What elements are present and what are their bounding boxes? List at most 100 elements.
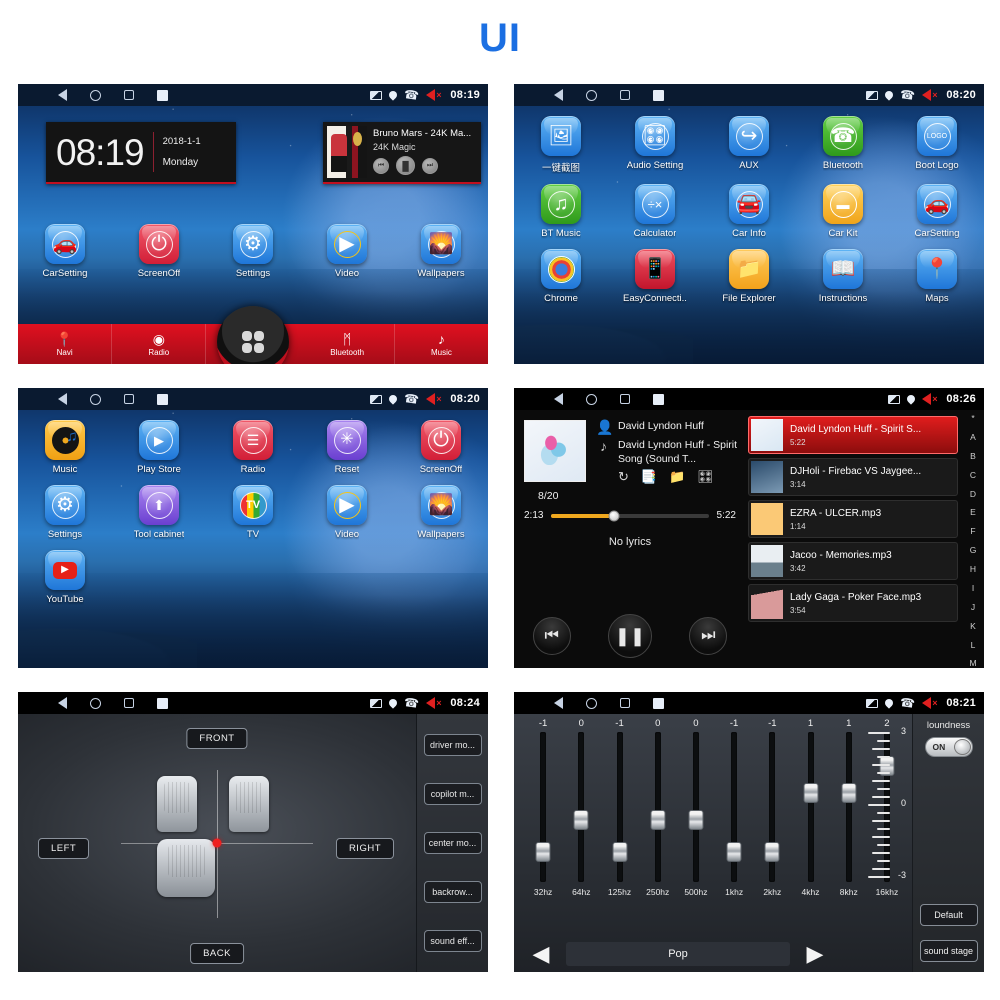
sound-stage-button[interactable]: sound stage — [919, 940, 978, 962]
equalizer-icon[interactable]: 🎛 — [697, 470, 714, 483]
stop-icon[interactable] — [157, 393, 168, 405]
app-carsetting[interactable]: 🚗 CarSetting — [18, 224, 112, 279]
app-youtube[interactable]: ▶ YouTube — [18, 550, 112, 605]
app-video[interactable]: ▶ Video — [300, 485, 394, 540]
home-screen[interactable]: ☎ × 08:19 08:19 2018-1-1 Monday Bruno Ma… — [18, 84, 488, 364]
band-slider[interactable] — [573, 732, 589, 882]
left-button[interactable]: LEFT — [38, 837, 90, 859]
stop-icon[interactable] — [157, 697, 168, 709]
app-instructions[interactable]: 📖 Instructions — [796, 249, 890, 304]
alpha-letter[interactable]: E — [970, 508, 976, 517]
current-preset[interactable]: Pop — [566, 942, 790, 966]
band-slider[interactable] — [764, 732, 780, 882]
home-icon[interactable] — [586, 697, 597, 709]
app-bluetooth[interactable]: ☎ Bluetooth — [796, 116, 890, 174]
app-tool-cabinet[interactable]: ⬆ Tool cabinet — [112, 485, 206, 540]
lyrics-icon[interactable]: 📑 — [641, 470, 657, 483]
play-pause-button[interactable]: ❚❚ — [607, 614, 652, 658]
app-screenoff[interactable]: ⏻ ScreenOff — [394, 420, 488, 475]
center-mode-button[interactable]: center mo... — [423, 831, 482, 854]
eq-band[interactable]: 0 500hz — [677, 718, 715, 897]
band-slider[interactable] — [841, 732, 857, 882]
next-preset-button[interactable]: ▶ — [796, 943, 834, 965]
eq-band[interactable]: -1 125hz — [600, 718, 638, 897]
app-reset[interactable]: ✳ Reset — [300, 420, 394, 475]
alpha-letter[interactable]: C — [970, 471, 976, 480]
app-settings[interactable]: ⚙ Settings — [18, 485, 112, 540]
home-icon[interactable] — [90, 393, 101, 405]
app-file-explorer[interactable]: 📁 File Explorer — [702, 249, 796, 304]
app-wallpapers[interactable]: 🌄 Wallpapers — [394, 485, 488, 540]
stop-icon[interactable] — [653, 393, 664, 405]
app-settings[interactable]: ⚙ Settings — [206, 224, 300, 279]
stop-icon[interactable] — [157, 89, 168, 101]
fader-diagram[interactable]: FRONT BACK LEFT RIGHT — [18, 714, 416, 972]
playlist-item[interactable]: Lady Gaga - Poker Face.mp3 3:54 — [748, 584, 958, 622]
dock-radio[interactable]: ◉ Radio — [112, 324, 207, 364]
app-calculator[interactable]: ÷× Calculator — [608, 184, 702, 239]
dock-bluetooth[interactable]: ᛗ Bluetooth — [301, 324, 395, 364]
recents-icon[interactable] — [620, 394, 630, 404]
equalizer-screen[interactable]: ☎ × 08:21 -1 32hz 0 64hz -1 125hz 0 250h… — [514, 692, 984, 972]
previous-button[interactable]: ⏮ — [532, 617, 571, 655]
band-slider[interactable] — [612, 732, 627, 882]
playlist-item[interactable]: DJHoli - Firebac VS Jaygee... 3:14 — [748, 458, 958, 496]
alpha-letter[interactable]: K — [970, 622, 976, 631]
seek-bar[interactable] — [551, 510, 709, 521]
sound-effect-button[interactable]: sound eff... — [423, 930, 482, 953]
band-slider[interactable] — [726, 732, 742, 882]
alpha-letter[interactable]: L — [971, 640, 976, 650]
progress-row[interactable]: 2:13 5:22 — [524, 510, 736, 521]
stop-icon[interactable] — [653, 89, 664, 101]
eq-band[interactable]: -1 32hz — [524, 718, 562, 897]
band-slider[interactable] — [535, 732, 551, 882]
recents-icon[interactable] — [124, 90, 134, 100]
eq-band[interactable]: -1 2khz — [753, 718, 791, 897]
app-radio[interactable]: ☰ Radio — [206, 420, 300, 475]
dock-navi[interactable]: 📍 Navi — [18, 324, 113, 364]
app-music[interactable]: ♫ Music — [18, 420, 112, 475]
next-button[interactable]: ⏭ — [689, 617, 728, 655]
loudness-toggle[interactable]: ON — [924, 737, 973, 757]
app-chrome[interactable]: Chrome — [514, 249, 608, 304]
nav-icons[interactable] — [58, 393, 168, 405]
app-wallpapers[interactable]: 🌄 Wallpapers — [394, 224, 488, 279]
eq-band[interactable]: -1 1khz — [715, 718, 753, 897]
copilot-mode-button[interactable]: copilot m... — [423, 782, 482, 805]
app-boot-logo[interactable]: LOGO Boot Logo — [890, 116, 984, 174]
alpha-letter[interactable]: I — [972, 584, 974, 593]
app-car-kit[interactable]: ▬ Car Kit — [796, 184, 890, 239]
alpha-letter[interactable]: J — [971, 603, 975, 612]
driver-mode-button[interactable]: driver mo... — [423, 733, 482, 756]
app-screenshot[interactable]: 🖼 一键截图 — [514, 116, 608, 174]
music-widget[interactable]: Bruno Mars - 24K Ma... 24K Magic ⏮ ▐▌ ⏭ — [323, 122, 481, 184]
back-icon[interactable] — [554, 89, 563, 101]
home-icon[interactable] — [90, 697, 101, 709]
alphabet-index[interactable]: * A B C D E F G H I J K L M — [962, 410, 984, 668]
app-audio-setting[interactable]: 🎛 Audio Setting — [608, 116, 702, 174]
widget-play-button[interactable]: ▐▌ — [396, 156, 415, 175]
band-slider[interactable] — [650, 732, 666, 882]
back-button[interactable]: BACK — [190, 943, 244, 964]
back-icon[interactable] — [554, 393, 563, 405]
default-button[interactable]: Default — [919, 904, 978, 926]
right-button[interactable]: RIGHT — [335, 837, 394, 859]
playlist-item[interactable]: Jacoo - Memories.mp3 3:42 — [748, 542, 958, 580]
alpha-letter[interactable]: * — [971, 414, 974, 423]
app-play-store[interactable]: ▶ Play Store — [112, 420, 206, 475]
back-icon[interactable] — [554, 697, 563, 709]
alpha-letter[interactable]: F — [970, 527, 975, 536]
alpha-letter[interactable]: D — [970, 489, 976, 499]
nav-icons[interactable] — [554, 89, 664, 101]
app-tv[interactable]: TV TV — [206, 485, 300, 540]
home-icon[interactable] — [586, 393, 597, 405]
playlist-item[interactable]: EZRA - ULCER.mp3 1:14 — [748, 500, 958, 538]
nav-icons[interactable] — [554, 697, 664, 709]
nav-icons[interactable] — [58, 89, 168, 101]
alpha-letter[interactable]: M — [969, 659, 976, 668]
widget-next-button[interactable]: ⏭ — [422, 157, 438, 174]
backrow-mode-button[interactable]: backrow... — [423, 881, 482, 904]
repeat-icon[interactable]: ↻ — [618, 470, 629, 483]
app-bt-music[interactable]: ♫ BT Music — [514, 184, 608, 239]
front-button[interactable]: FRONT — [186, 728, 248, 749]
